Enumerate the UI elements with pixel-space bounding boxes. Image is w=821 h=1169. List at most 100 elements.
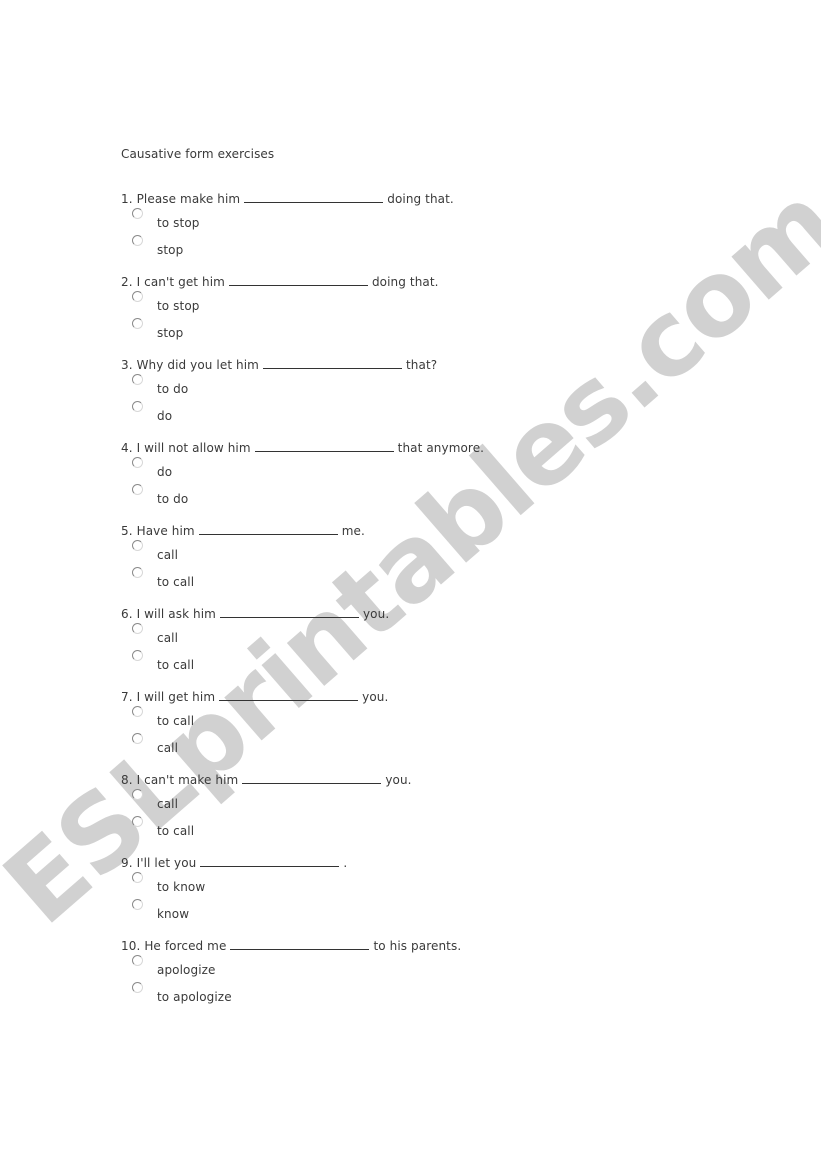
radio-button[interactable] [132,484,143,495]
option-label[interactable]: to apologize [157,989,232,1005]
option[interactable]: stop [121,233,484,260]
option[interactable]: call [121,621,484,648]
radio-button[interactable] [132,982,143,993]
option[interactable]: know [121,897,484,924]
option-label[interactable]: to stop [157,215,199,231]
question-text: 2. I can't get him doing that. [121,273,484,289]
radio-button[interactable] [132,955,143,966]
option-label[interactable]: to call [157,657,194,673]
radio-button[interactable] [132,872,143,883]
option-label[interactable]: call [157,796,178,812]
question-8: 8. I can't make him you. call to call [121,771,484,854]
option-label[interactable]: stop [157,242,183,258]
radio-button[interactable] [132,401,143,412]
question-before: I can't get him [136,275,225,289]
question-text: 5. Have him me. [121,522,484,538]
option[interactable]: do [121,399,484,426]
radio-button[interactable] [132,208,143,219]
question-6: 6. I will ask him you. call to call [121,605,484,688]
radio-button[interactable] [132,291,143,302]
option[interactable]: do [121,455,484,482]
radio-button[interactable] [132,733,143,744]
worksheet-content: Causative form exercises 1. Please make … [121,146,484,1020]
option-label[interactable]: call [157,740,178,756]
radio-button[interactable] [132,816,143,827]
question-after: me. [341,524,365,538]
option[interactable]: to stop [121,289,484,316]
option-label[interactable]: to call [157,823,194,839]
answer-blank [200,854,340,867]
answer-blank [228,273,368,286]
option[interactable]: to call [121,814,484,841]
radio-button[interactable] [132,318,143,329]
question-text: 10. He forced me to his parents. [121,937,484,953]
radio-button[interactable] [132,899,143,910]
option-label[interactable]: to stop [157,298,199,314]
question-before: I'll let you [136,856,197,870]
option[interactable]: apologize [121,953,484,980]
question-number: 9. [121,856,133,870]
radio-button[interactable] [132,457,143,468]
option[interactable]: to call [121,704,484,731]
option-label[interactable]: to know [157,879,205,895]
question-number: 5. [121,524,133,538]
radio-button[interactable] [132,235,143,246]
option-label[interactable]: to do [157,381,188,397]
option[interactable]: to know [121,870,484,897]
question-after: that anymore. [397,441,485,455]
question-after: doing that. [371,275,439,289]
question-before: He forced me [144,939,227,953]
question-number: 2. [121,275,133,289]
question-text: 4. I will not allow him that anymore. [121,439,484,455]
question-number: 8. [121,773,133,787]
answer-blank [254,439,394,452]
question-number: 4. [121,441,133,455]
option[interactable]: to apologize [121,980,484,1007]
option-label[interactable]: to call [157,713,194,729]
question-1: 1. Please make him doing that. to stop st… [121,190,484,273]
radio-button[interactable] [132,706,143,717]
option[interactable]: call [121,538,484,565]
answer-blank [198,522,338,535]
option[interactable]: to do [121,482,484,509]
question-number: 6. [121,607,133,621]
question-after: . [343,856,348,870]
option-label[interactable]: call [157,547,178,563]
option[interactable]: stop [121,316,484,343]
option-label[interactable]: do [157,408,172,424]
option-label[interactable]: stop [157,325,183,341]
radio-button[interactable] [132,374,143,385]
question-list: 1. Please make him doing that. to stop st… [121,190,484,1020]
option[interactable]: to call [121,565,484,592]
radio-button[interactable] [132,567,143,578]
radio-button[interactable] [132,789,143,800]
question-7: 7. I will get him you. to call call [121,688,484,771]
question-before: I will ask him [136,607,216,621]
option-label[interactable]: to call [157,574,194,590]
question-after: you. [362,690,389,704]
option[interactable]: to do [121,372,484,399]
option[interactable]: call [121,731,484,758]
option-label[interactable]: apologize [157,962,216,978]
question-text: 9. I'll let you. [121,854,484,870]
question-after: doing that. [387,192,454,206]
question-2: 2. I can't get him doing that. to stop st… [121,273,484,356]
option-label[interactable]: to do [157,491,188,507]
question-text: 8. I can't make him you. [121,771,484,787]
question-before: I will get him [136,690,216,704]
option-label[interactable]: call [157,630,178,646]
radio-button[interactable] [132,650,143,661]
worksheet-page: ESLprintables.com Causative form exercis… [0,0,821,1169]
answer-blank [230,937,370,950]
question-before: I can't make him [136,773,239,787]
radio-button[interactable] [132,623,143,634]
option[interactable]: call [121,787,484,814]
question-9: 9. I'll let you. to know know [121,854,484,937]
option[interactable]: to stop [121,206,484,233]
option-label[interactable]: know [157,906,189,922]
option[interactable]: to call [121,648,484,675]
option-label[interactable]: do [157,464,172,480]
radio-button[interactable] [132,540,143,551]
question-number: 1. [121,192,133,206]
question-before: Have him [136,524,195,538]
